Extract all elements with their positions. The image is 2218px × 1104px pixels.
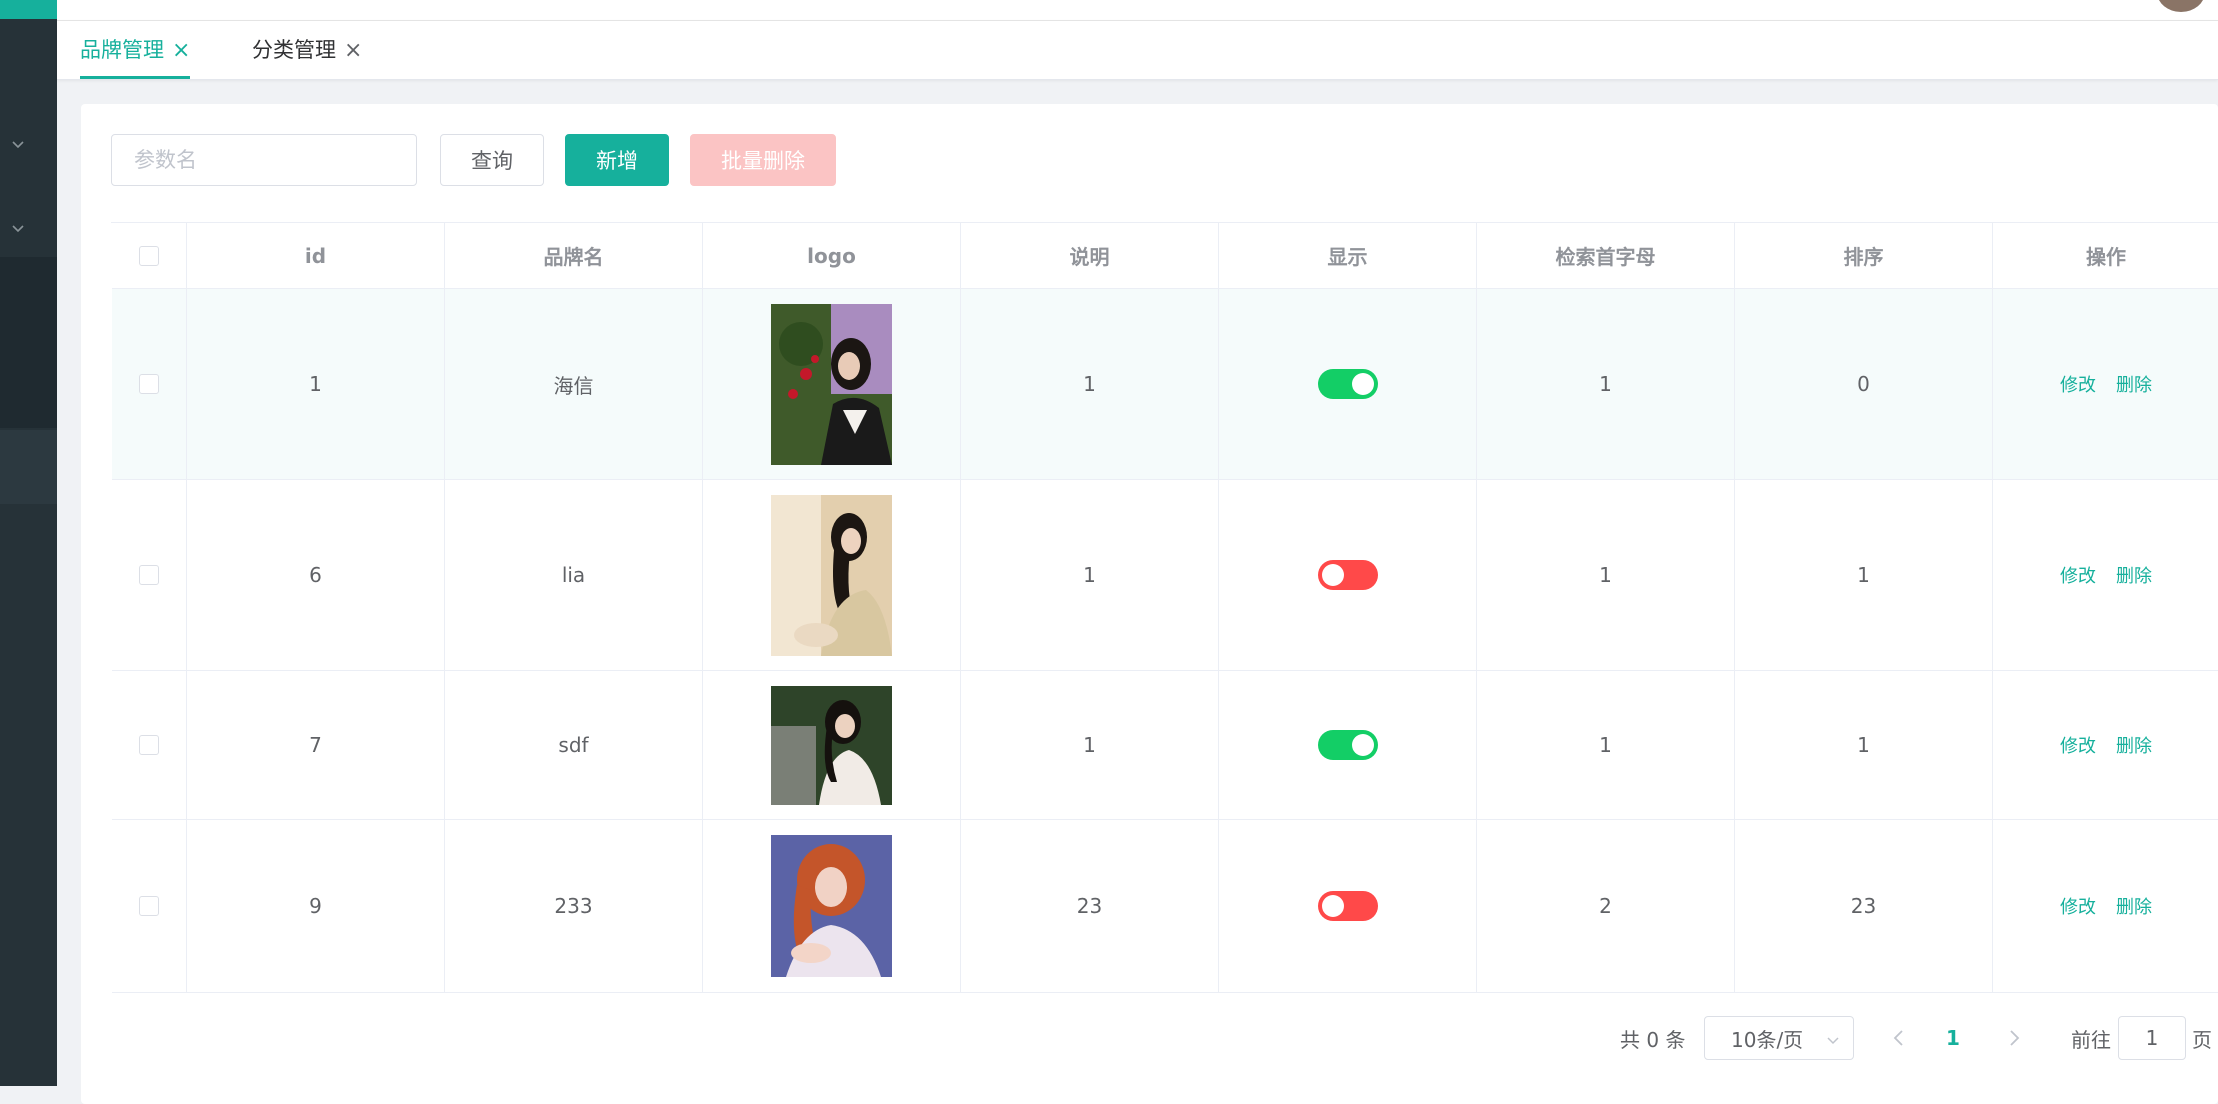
column-header: 显示 — [1219, 223, 1477, 288]
row-checkbox[interactable] — [139, 735, 159, 755]
cell-id: 1 — [187, 289, 445, 479]
brand-logo-image — [771, 494, 892, 656]
tab-label: 分类管理 — [252, 38, 336, 62]
sidebar-item-active[interactable] — [0, 430, 57, 504]
table-row: 7 sdf 1 1 1 修改 删除 — [112, 671, 2218, 820]
avatar[interactable] — [2157, 0, 2205, 12]
next-page-icon[interactable] — [2003, 1026, 2025, 1050]
cell-first-letter: 2 — [1477, 820, 1735, 992]
goto-page-input[interactable] — [2118, 1016, 2186, 1060]
brand-logo-image — [771, 685, 892, 805]
tab-category-management[interactable]: 分类管理 × — [252, 21, 362, 79]
cell-first-letter: 1 — [1477, 480, 1735, 670]
select-all-checkbox[interactable] — [139, 245, 159, 266]
column-header: id — [187, 223, 445, 288]
cell-description: 1 — [961, 671, 1219, 819]
row-checkbox[interactable] — [139, 565, 159, 585]
show-toggle[interactable] — [1317, 730, 1378, 760]
cell-sort: 23 — [1735, 820, 1993, 992]
delete-link[interactable]: 删除 — [2116, 371, 2152, 397]
edit-link[interactable]: 修改 — [2060, 732, 2096, 758]
table-header: id 品牌名 logo 说明 显示 检索首字母 排序 操作 — [112, 223, 2218, 289]
sidebar-logo-strip — [0, 0, 57, 19]
cell-description: 1 — [961, 480, 1219, 670]
tab-brand-management[interactable]: 品牌管理 × — [80, 21, 191, 79]
goto-suffix: 页 — [2192, 1027, 2212, 1052]
cell-sort: 1 — [1735, 671, 1993, 819]
column-header: logo — [703, 223, 961, 288]
page-number[interactable]: 1 — [1946, 1016, 1960, 1060]
row-checkbox[interactable] — [139, 374, 159, 394]
edit-link[interactable]: 修改 — [2060, 371, 2096, 397]
column-header: 检索首字母 — [1477, 223, 1735, 288]
batch-delete-button[interactable]: 批量删除 — [690, 134, 836, 186]
sidebar — [0, 0, 57, 1086]
show-toggle[interactable] — [1317, 369, 1378, 399]
table-row: 6 lia 1 1 1 修改 删除 — [112, 480, 2218, 671]
cell-id: 9 — [187, 820, 445, 992]
chevron-down-icon — [1825, 1029, 1841, 1045]
edit-link[interactable]: 修改 — [2060, 893, 2096, 919]
cell-brand-name: lia — [445, 480, 703, 670]
brand-table: id 品牌名 logo 说明 显示 检索首字母 排序 操作 1 海信 1 1 0… — [111, 222, 2218, 993]
column-header: 说明 — [961, 223, 1219, 288]
search-input[interactable] — [111, 134, 417, 186]
toggle-knob — [1321, 564, 1344, 586]
chevron-down-icon[interactable] — [8, 218, 28, 238]
toggle-knob — [1351, 373, 1374, 395]
toggle-knob — [1351, 734, 1374, 756]
cell-brand-name: sdf — [445, 671, 703, 819]
tab-bar: 品牌管理 × 分类管理 × — [57, 21, 2218, 80]
column-header: 排序 — [1735, 223, 1993, 288]
table-row: 1 海信 1 1 0 修改 删除 — [112, 289, 2218, 480]
chevron-down-icon[interactable] — [8, 134, 28, 154]
add-button[interactable]: 新增 — [565, 134, 669, 186]
tab-label: 品牌管理 — [80, 38, 164, 62]
cell-id: 7 — [187, 671, 445, 819]
show-toggle[interactable] — [1317, 891, 1378, 921]
brand-logo-image — [771, 835, 892, 977]
page-size-select[interactable]: 10条/页 — [1704, 1016, 1854, 1060]
close-icon[interactable]: × — [172, 38, 190, 63]
delete-link[interactable]: 删除 — [2116, 893, 2152, 919]
close-icon[interactable]: × — [344, 38, 362, 63]
cell-first-letter: 1 — [1477, 671, 1735, 819]
sidebar-submenu — [0, 257, 57, 428]
row-checkbox[interactable] — [139, 896, 159, 916]
cell-brand-name: 海信 — [445, 289, 703, 479]
edit-link[interactable]: 修改 — [2060, 562, 2096, 588]
pagination-total: 共 0 条 — [1620, 1027, 1686, 1052]
cell-brand-name: 233 — [445, 820, 703, 992]
cell-description: 23 — [961, 820, 1219, 992]
toggle-knob — [1321, 895, 1344, 917]
show-toggle[interactable] — [1317, 560, 1378, 590]
content-card: 查询 新增 批量删除 id 品牌名 logo 说明 显示 检索首字母 排序 操作… — [81, 104, 2218, 1104]
cell-sort: 1 — [1735, 480, 1993, 670]
page-size-value: 10条/页 — [1731, 1027, 1804, 1052]
table-row: 9 233 23 2 23 修改 删除 — [112, 820, 2218, 993]
cell-first-letter: 1 — [1477, 289, 1735, 479]
prev-page-icon[interactable] — [1888, 1026, 1910, 1050]
delete-link[interactable]: 删除 — [2116, 562, 2152, 588]
top-header — [57, 0, 2218, 21]
column-header: 操作 — [2086, 245, 2126, 269]
cell-description: 1 — [961, 289, 1219, 479]
query-button[interactable]: 查询 — [440, 134, 544, 186]
delete-link[interactable]: 删除 — [2116, 732, 2152, 758]
brand-logo-image — [771, 303, 892, 465]
cell-sort: 0 — [1735, 289, 1993, 479]
goto-prefix: 前往 — [2071, 1027, 2111, 1052]
column-header: 品牌名 — [445, 223, 703, 288]
cell-id: 6 — [187, 480, 445, 670]
